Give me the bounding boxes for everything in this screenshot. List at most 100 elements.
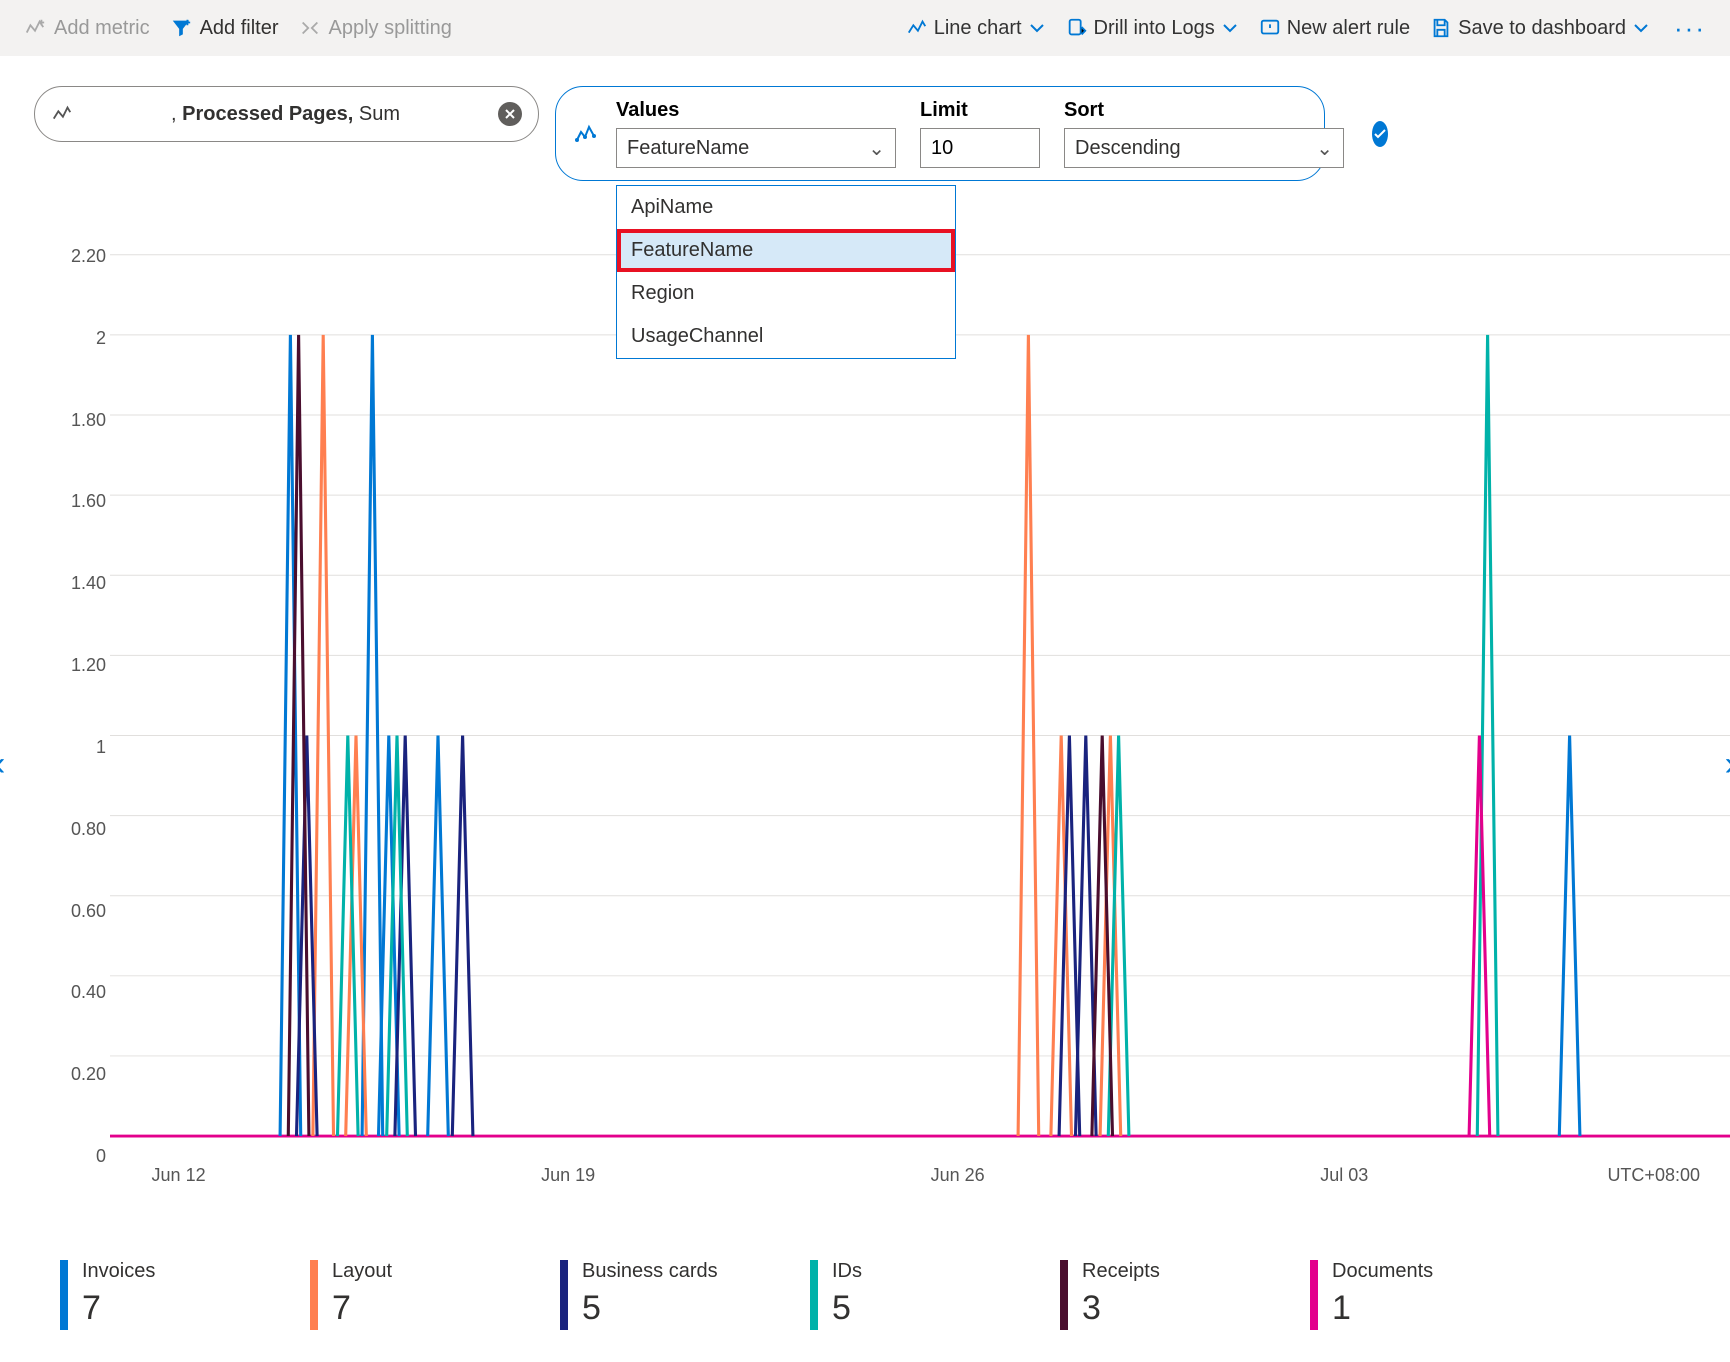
legend-swatch [1060,1260,1068,1330]
metrics-toolbar: Add metric Add filter Apply splitting Li… [0,0,1730,56]
values-select-value: FeatureName [627,137,749,160]
filter-icon [170,17,192,39]
apply-splitting-button[interactable]: Apply splitting [299,17,452,40]
chart-type-label: Line chart [934,17,1022,40]
legend-label: Layout [332,1260,392,1283]
chart-config-row: , Processed Pages, Sum Values FeatureNam… [0,56,1730,191]
legend-value: 5 [582,1289,718,1328]
legend-value: 1 [1332,1289,1433,1328]
chevron-down-icon: ⌄ [1316,136,1333,161]
y-tick-label: 0.60 [60,901,106,922]
drill-logs-button[interactable]: Drill into Logs [1066,17,1239,40]
split-icon [299,17,321,39]
split-pill: Values FeatureName ⌄ Limit Sort Descendi… [555,86,1325,181]
x-tick-label: Jun 19 [541,1165,595,1186]
values-label: Values [616,99,896,122]
values-select[interactable]: FeatureName ⌄ [616,128,896,168]
y-tick-label: 0 [60,1146,106,1167]
values-dropdown-item[interactable]: UsageChannel [617,315,955,358]
legend-swatch [60,1260,68,1330]
y-tick-label: 0.40 [60,982,106,1003]
save-dashboard-button[interactable]: Save to dashboard [1430,17,1650,40]
chart-legend: Invoices 7 Layout 7 Business cards 5 IDs… [60,1260,1700,1330]
add-metric-icon [24,17,46,39]
sort-select-value: Descending [1075,137,1181,160]
legend-value: 5 [832,1289,862,1328]
legend-value: 7 [332,1289,392,1328]
legend-value: 3 [1082,1289,1160,1328]
legend-item[interactable]: Receipts 3 [1060,1260,1230,1330]
legend-swatch [310,1260,318,1330]
more-actions-button[interactable]: ··· [1674,13,1706,44]
legend-label: IDs [832,1260,862,1283]
close-icon [504,108,516,120]
apply-splitting-label: Apply splitting [329,17,452,40]
sort-select[interactable]: Descending ⌄ [1064,128,1344,168]
legend-label: Documents [1332,1260,1433,1283]
limit-input[interactable] [920,128,1040,168]
y-tick-label: 1.20 [60,655,106,676]
chart-svg [110,245,1730,1185]
metric-text: , Processed Pages, Sum [171,103,400,126]
split-lead-icon [574,122,598,146]
metric-pill[interactable]: , Processed Pages, Sum [34,86,539,142]
prev-chart-button[interactable]: ‹ [0,745,5,784]
y-tick-label: 2 [60,328,106,349]
add-filter-button[interactable]: Add filter [170,17,279,40]
sort-field: Sort Descending ⌄ [1064,99,1344,168]
limit-label: Limit [920,99,1040,122]
limit-field: Limit [920,99,1040,168]
y-tick-label: 1 [60,737,106,758]
new-alert-button[interactable]: New alert rule [1259,17,1410,40]
remove-metric-button[interactable] [498,102,522,126]
y-tick-label: 1.60 [60,491,106,512]
values-dropdown-item[interactable]: Region [617,272,955,315]
x-tick-label: Jun 12 [152,1165,206,1186]
drill-logs-label: Drill into Logs [1094,17,1215,40]
values-dropdown-item[interactable]: FeatureName [617,229,955,272]
legend-swatch [560,1260,568,1330]
legend-item[interactable]: Business cards 5 [560,1260,730,1330]
sort-label: Sort [1064,99,1344,122]
y-tick-label: 0.80 [60,819,106,840]
save-icon [1430,17,1452,39]
y-tick-label: 1.40 [60,573,106,594]
legend-item[interactable]: IDs 5 [810,1260,980,1330]
new-alert-label: New alert rule [1287,17,1410,40]
chevron-down-icon: ⌄ [868,136,885,161]
legend-value: 7 [82,1289,155,1328]
alert-icon [1259,17,1281,39]
y-tick-label: 0.20 [60,1064,106,1085]
legend-label: Receipts [1082,1260,1160,1283]
chart-type-button[interactable]: Line chart [906,17,1046,40]
add-metric-button[interactable]: Add metric [24,17,150,40]
logs-icon [1066,17,1088,39]
timezone-label: UTC+08:00 [1607,1165,1700,1186]
legend-swatch [810,1260,818,1330]
y-tick-label: 1.80 [60,410,106,431]
chevron-down-icon [1632,19,1650,37]
line-chart: 2.20 2 1.80 1.60 1.40 1.20 1 0.80 0.60 0.40 0.20 0 J… [60,245,1700,1205]
legend-swatch [1310,1260,1318,1330]
legend-item[interactable]: Layout 7 [310,1260,480,1330]
values-field: Values FeatureName ⌄ [616,99,896,168]
values-dropdown: ApiNameFeatureNameRegionUsageChannel [616,185,956,359]
legend-label: Business cards [582,1260,718,1283]
check-icon [1372,126,1388,142]
y-tick-label: 2.20 [60,246,106,267]
add-metric-label: Add metric [54,17,150,40]
chart-container: ‹ › 2.2021.801.601.401.2010.800.600.400.… [0,245,1730,1362]
chevron-down-icon [1028,19,1046,37]
save-dashboard-label: Save to dashboard [1458,17,1626,40]
legend-item[interactable]: Documents 1 [1310,1260,1480,1330]
chevron-down-icon [1221,19,1239,37]
x-tick-label: Jun 26 [931,1165,985,1186]
add-filter-label: Add filter [200,17,279,40]
legend-item[interactable]: Invoices 7 [60,1260,230,1330]
line-chart-icon [906,17,928,39]
values-dropdown-item[interactable]: ApiName [617,186,955,229]
apply-split-button[interactable] [1372,121,1388,147]
legend-label: Invoices [82,1260,155,1283]
metric-icon [51,103,73,125]
x-tick-label: Jul 03 [1320,1165,1368,1186]
